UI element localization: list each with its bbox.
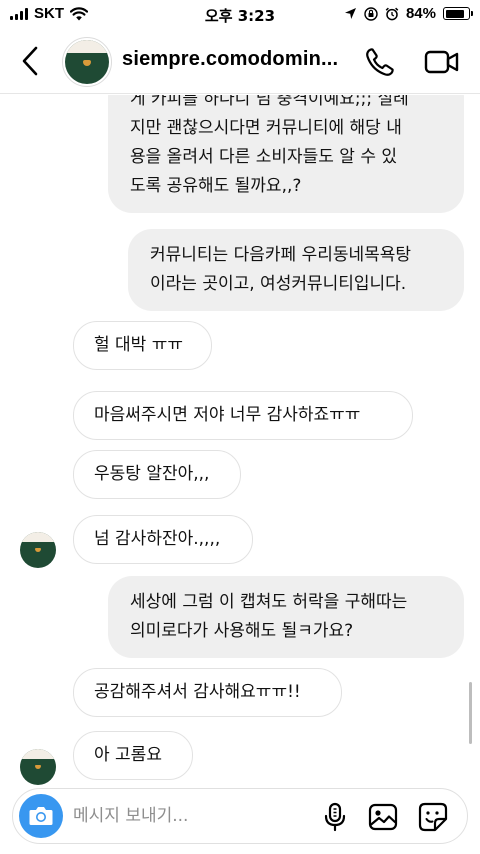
gallery-button[interactable] (367, 801, 399, 833)
message-bubble-incoming[interactable]: 공감해주셔서 감사해요ㅠㅠ!! (73, 668, 342, 717)
profile-avatar[interactable] (62, 37, 112, 87)
avatar-image (65, 40, 109, 84)
camera-icon (29, 807, 53, 825)
back-chevron-icon (22, 46, 38, 76)
alarm-clock-icon (385, 7, 399, 20)
back-button[interactable] (16, 44, 46, 78)
message-bubble-outgoing[interactable]: 세상에 그럼 이 캡쳐도 허락을 구해따는 의미로다가 사용해도 될ㅋ가요? (108, 576, 464, 658)
message-bubble-incoming[interactable]: 넘 감사하잔아.,,,, (73, 515, 253, 564)
message-bubble-incoming[interactable]: 우동탕 알잔아,,, (73, 450, 241, 499)
message-list[interactable]: 게 카피를 하다니 넘 충격이예요;;; 실례 지만 괜찮으시다면 커뮤니티에 … (0, 95, 480, 785)
gallery-icon (368, 803, 398, 831)
orientation-lock-icon (364, 6, 378, 21)
location-arrow-icon (344, 8, 356, 19)
chat-header: siempre.comodomin... (0, 30, 480, 94)
message-bubble-incoming[interactable]: 헐 대박 ㅠㅠ (73, 321, 212, 370)
message-composer (12, 788, 468, 844)
message-bubble-outgoing[interactable]: 게 카피를 하다니 넘 충격이예요;;; 실례 지만 괜찮으시다면 커뮤니티에 … (108, 95, 464, 213)
status-right: 84% (344, 5, 473, 22)
voice-call-button[interactable] (364, 46, 396, 78)
camera-button[interactable] (19, 794, 63, 838)
video-camera-icon (424, 50, 459, 74)
video-call-button[interactable] (424, 46, 460, 78)
sender-avatar[interactable] (20, 749, 56, 785)
sticker-icon (418, 802, 448, 832)
message-input[interactable] (73, 801, 313, 831)
voice-message-button[interactable] (319, 801, 351, 833)
sender-avatar[interactable] (20, 532, 56, 568)
message-bubble-incoming[interactable]: 아 고롬요 (73, 731, 193, 780)
battery-icon (443, 7, 473, 20)
scrollbar[interactable] (469, 682, 472, 744)
message-bubble-incoming[interactable]: 마음써주시면 저야 너무 감사하죠ㅠㅠ (73, 391, 413, 440)
phone-icon (366, 48, 394, 76)
battery-percent: 84% (405, 5, 436, 22)
microphone-icon (324, 802, 346, 832)
status-bar: SKT 오후 3:23 84% (0, 0, 480, 30)
message-bubble-outgoing[interactable]: 커뮤니티는 다음카페 우리동네목욕탕 이라는 곳이고, 여성커뮤니티입니다. (128, 229, 464, 311)
chat-title[interactable]: siempre.comodomin... (122, 48, 338, 71)
sticker-button[interactable] (417, 801, 449, 833)
